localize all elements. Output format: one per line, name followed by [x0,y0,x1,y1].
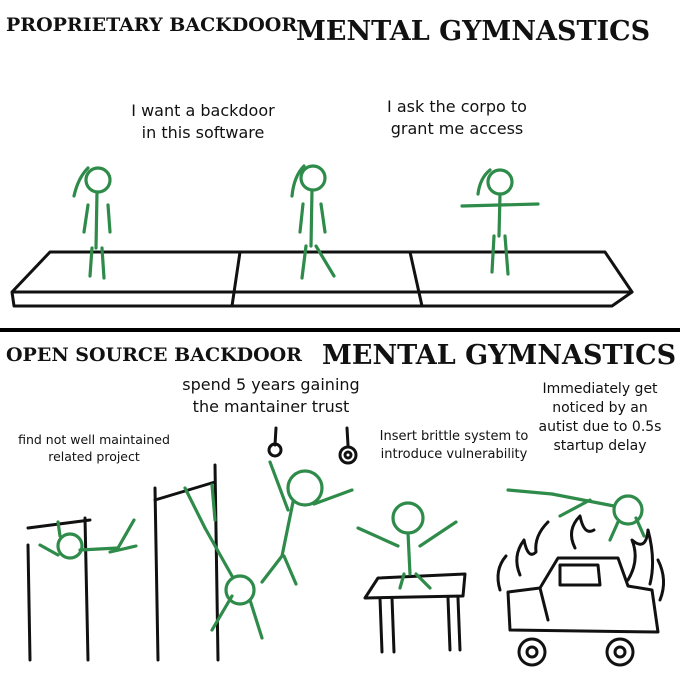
burning-car [496,514,665,667]
vault-table [363,572,467,654]
drawing-layer [10,164,665,667]
gymnast-flying [506,488,646,542]
gymnast-figure-2 [290,164,336,280]
gymnast-figure-3 [460,168,540,276]
gymnast-figure-1 [72,166,112,280]
gymnast-on-rings [260,460,354,586]
gymnast-on-parallel-bars [183,483,264,640]
gym-rings [267,426,358,465]
